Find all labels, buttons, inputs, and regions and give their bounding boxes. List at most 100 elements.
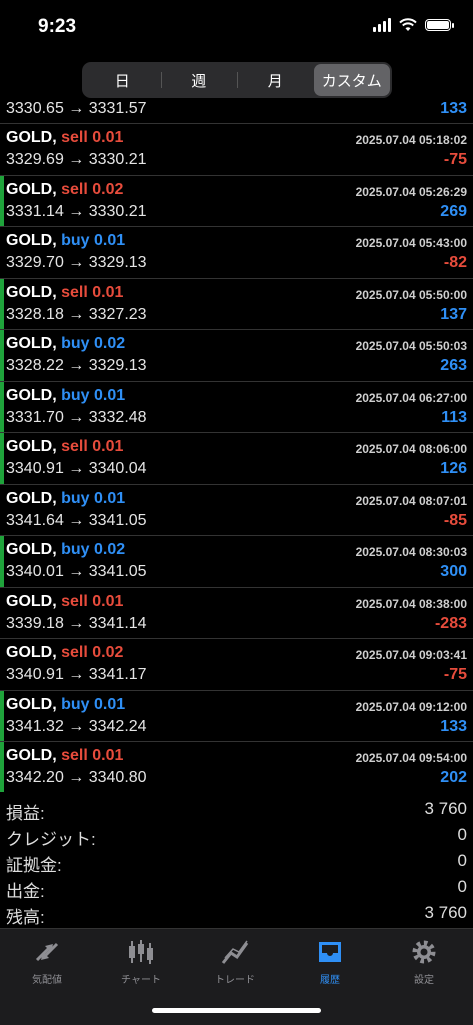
trade-prices: 3331.14 → 3330.21 — [6, 202, 147, 220]
trade-row[interactable]: GOLD, buy 0.01 2025.07.04 09:12:00 3341.32… — [0, 690, 473, 742]
trade-profit: 133 — [440, 717, 467, 735]
summary-label: 出金: — [6, 882, 45, 901]
trade-prices: 3329.70 → 3329.13 — [6, 254, 147, 271]
trade-action: buy 0.02 — [61, 335, 126, 352]
trade-prices: 3341.32 → 3342.24 — [6, 717, 147, 735]
trade-symbol: GOLD, — [6, 335, 57, 352]
trade-prices: 3339.18 → 3341.14 — [6, 614, 147, 632]
trade-action: buy 0.01 — [61, 489, 126, 507]
trade-profit: -82 — [443, 254, 467, 271]
trade-profit: 269 — [440, 202, 467, 220]
trade-row[interactable]: GOLD, buy 0.01 2025.07.04 08:07:01 3341.64… — [0, 485, 473, 536]
trade-prices: 3329.69 → 3330.21 — [6, 151, 147, 168]
trade-title: GOLD, sell 0.02 — [6, 181, 123, 199]
summary-deposit: 証拠金: 0 — [0, 848, 473, 875]
trade-title: GOLD, buy 0.01 — [6, 490, 125, 508]
tab-label: 気配値 — [32, 975, 62, 986]
trade-prices: 3331.70 → 3332.48 — [6, 408, 147, 426]
summary-balance: 残高: 3 760 — [0, 900, 473, 927]
summary-label: 残高: — [6, 908, 45, 927]
trade-symbol: GOLD, — [6, 232, 57, 249]
trade-datetime: 2025.07.04 09:03:41 — [355, 648, 467, 662]
candlestick-chart-icon — [94, 937, 188, 967]
trade-row[interactable]: GOLD, sell 0.01 2025.07.04 08:38:00 3339.1… — [0, 588, 473, 639]
trade-title: GOLD, sell 0.01 — [6, 593, 123, 611]
tab-history[interactable]: 履歴 — [283, 937, 377, 986]
trade-prices: 3340.91 → 3341.17 — [6, 666, 147, 683]
trade-prices: 3341.64 → 3341.05 — [6, 511, 147, 529]
trade-profit: 202 — [440, 769, 467, 786]
trade-title: GOLD, sell 0.01 — [6, 747, 123, 765]
tab-settings[interactable]: 設定 — [377, 937, 471, 986]
cellular-signal-icon — [373, 18, 391, 32]
trade-symbol: GOLD, — [6, 180, 57, 198]
summary-value: 3 760 — [424, 903, 467, 922]
trade-history-list[interactable]: 3330.65 → 3331.57 133 GOLD, sell 0.01 202… — [0, 98, 473, 792]
trade-row[interactable]: GOLD, buy 0.02 2025.07.04 08:30:03 3340.01… — [0, 536, 473, 588]
trade-action: buy 0.01 — [61, 695, 126, 713]
trade-action: buy 0.01 — [61, 386, 126, 404]
summary-credit: クレジット: 0 — [0, 822, 473, 849]
trade-title: GOLD, sell 0.01 — [6, 129, 123, 147]
period-tab-custom[interactable]: カスタム — [313, 64, 390, 96]
summary-value: 3 760 — [424, 799, 467, 818]
trade-title: GOLD, sell 0.01 — [6, 284, 123, 302]
trade-prices: 3328.22 → 3329.13 — [6, 357, 147, 374]
trade-row-partial[interactable]: 3330.65 → 3331.57 133 — [0, 98, 473, 124]
profit-indicator-bar — [0, 690, 4, 741]
trade-row[interactable]: GOLD, sell 0.02 2025.07.04 09:03:41 3340.9… — [0, 639, 473, 691]
profit-indicator-bar — [0, 742, 4, 792]
trade-action: sell 0.02 — [61, 180, 124, 198]
trade-profit: 133 — [440, 100, 467, 117]
trade-title: GOLD, buy 0.02 — [6, 541, 125, 559]
clock-time: 9:23 — [38, 16, 77, 37]
trade-action: sell 0.01 — [61, 283, 124, 301]
trade-line-icon — [188, 937, 282, 967]
trade-row[interactable]: GOLD, buy 0.01 2025.07.04 05:43:00 3329.70… — [0, 227, 473, 279]
summary-label: クレジット: — [6, 830, 96, 849]
trade-row[interactable]: GOLD, sell 0.02 2025.07.04 05:26:29 3331.1… — [0, 175, 473, 227]
tab-label: 履歴 — [320, 975, 340, 986]
trade-datetime: 2025.07.04 08:06:00 — [355, 442, 467, 456]
trade-title: GOLD, buy 0.01 — [6, 232, 125, 250]
summary-value: 0 — [457, 825, 467, 844]
trade-row[interactable]: GOLD, sell 0.01 2025.07.04 09:54:00 3342.2… — [0, 742, 473, 792]
trade-datetime: 2025.07.04 09:12:00 — [355, 699, 467, 714]
trade-symbol: GOLD, — [6, 541, 57, 558]
trade-symbol: GOLD, — [6, 129, 57, 146]
trade-row[interactable]: GOLD, buy 0.01 2025.07.04 06:27:00 3331.70… — [0, 381, 473, 433]
account-summary: 損益: 3 760 クレジット: 0 証拠金: 0 出金: 0 残高: 3 76… — [0, 796, 473, 927]
trade-row[interactable]: GOLD, sell 0.01 2025.07.04 08:06:00 3340.9… — [0, 433, 473, 485]
summary-label: 証拠金: — [6, 856, 62, 875]
trade-datetime: 2025.07.04 05:43:00 — [355, 236, 467, 250]
period-tab-week[interactable]: 週 — [160, 64, 238, 96]
trade-symbol: GOLD, — [6, 695, 57, 713]
trade-title: GOLD, sell 0.02 — [6, 644, 123, 662]
trade-row[interactable]: GOLD, sell 0.01 2025.07.04 05:50:00 3328.1… — [0, 278, 473, 330]
tab-label: トレード — [215, 975, 255, 986]
period-tab-month[interactable]: 月 — [237, 64, 314, 96]
trade-row[interactable]: GOLD, sell 0.01 2025.07.04 05:18:02 3329.6… — [0, 124, 473, 176]
summary-withdrawal: 出金: 0 — [0, 874, 473, 901]
status-icons — [373, 18, 454, 32]
trade-profit: -283 — [434, 614, 467, 632]
tab-chart[interactable]: チャート — [94, 937, 188, 986]
trade-datetime: 2025.07.04 09:54:00 — [355, 751, 467, 765]
tab-quotes[interactable]: 気配値 — [0, 937, 94, 986]
trade-prices: 3330.65 → 3331.57 — [6, 100, 147, 117]
trade-symbol: GOLD, — [6, 489, 57, 507]
trade-symbol: GOLD, — [6, 386, 57, 404]
trade-prices: 3340.91 → 3340.04 — [6, 460, 147, 477]
trade-datetime: 2025.07.04 08:30:03 — [355, 545, 467, 559]
gear-icon — [377, 937, 471, 967]
trade-title: GOLD, sell 0.01 — [6, 438, 123, 456]
profit-indicator-bar — [0, 536, 4, 587]
period-tab-day[interactable]: 日 — [84, 64, 161, 96]
trade-datetime: 2025.07.04 06:27:00 — [355, 390, 467, 405]
trade-symbol: GOLD, — [6, 283, 57, 301]
trade-symbol: GOLD, — [6, 644, 57, 661]
tab-trade[interactable]: トレード — [188, 937, 282, 986]
trade-profit: 126 — [440, 460, 467, 477]
trade-symbol: GOLD, — [6, 747, 57, 764]
trade-row[interactable]: GOLD, buy 0.02 2025.07.04 05:50:03 3328.22… — [0, 330, 473, 382]
